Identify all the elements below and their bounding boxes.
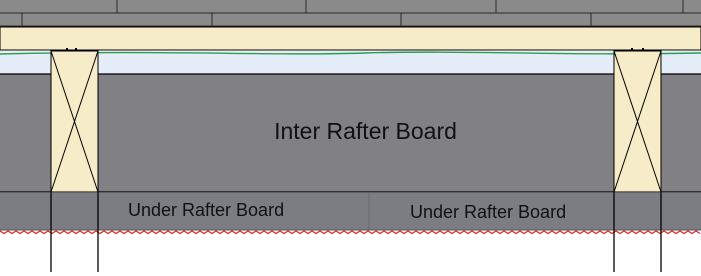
inter-rafter-board-label: Inter Rafter Board (274, 118, 457, 144)
under-rafter-board-label-right: Under Rafter Board (410, 202, 567, 222)
roof-section-diagram: Inter Rafter Board Under Rafter Board Un… (0, 0, 701, 276)
under-rafter-board (0, 193, 701, 230)
vapour-control-layer (0, 230, 701, 235)
batten (0, 26, 701, 51)
air-gap (0, 51, 701, 74)
rafter-left (50, 50, 99, 272)
roof-tiles (0, 0, 701, 27)
under-rafter-board-label-left: Under Rafter Board (128, 200, 285, 220)
rafter-right (613, 50, 662, 272)
